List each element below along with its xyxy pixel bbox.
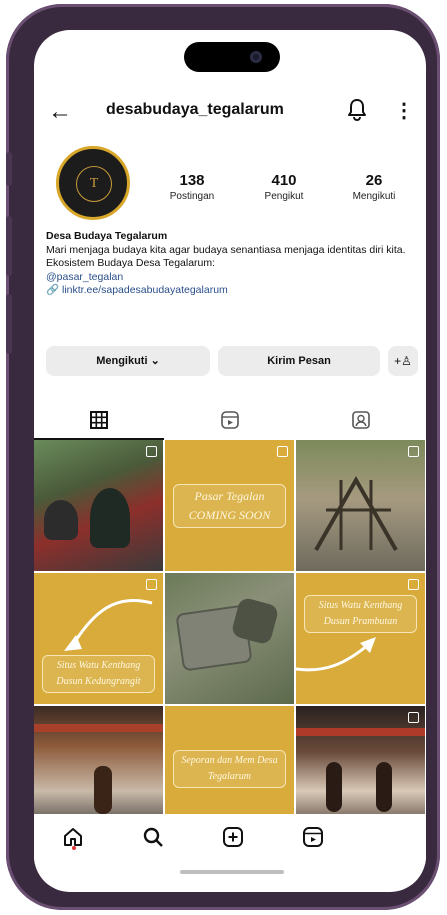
- notification-dot: [72, 846, 76, 850]
- external-link[interactable]: 🔗 linktr.ee/sapadesabudayategalarum: [46, 284, 418, 298]
- profile-tabs: [34, 402, 426, 440]
- bio-line: Ekosistem Budaya Desa Tegalarum:: [46, 257, 216, 269]
- stat-posts[interactable]: 138 Postingan: [152, 172, 232, 202]
- stat-value: 410: [271, 172, 297, 189]
- post-thumbnail[interactable]: [296, 440, 425, 571]
- stat-label: Postingan: [169, 191, 215, 202]
- profile-bio: Desa Budaya Tegalarum Mari menjaga buday…: [46, 230, 418, 298]
- plus-square-icon[interactable]: [222, 826, 244, 848]
- grid-icon: [90, 411, 108, 429]
- stat-value: 138: [179, 172, 205, 189]
- post-thumbnail[interactable]: Pasar Tegalan COMING SOON: [165, 440, 294, 571]
- post-thumbnail[interactable]: [165, 573, 294, 704]
- tagged-icon: [352, 411, 370, 429]
- post-caption: Seporan dan Mem Desa Tegalarum: [173, 750, 286, 788]
- tab-tagged[interactable]: [296, 402, 426, 438]
- reels-icon[interactable]: [302, 826, 324, 848]
- post-thumbnail[interactable]: [34, 440, 163, 571]
- stat-value: 26: [365, 172, 383, 189]
- message-button[interactable]: Kirim Pesan: [218, 346, 380, 376]
- home-icon[interactable]: [62, 826, 84, 848]
- search-icon[interactable]: [142, 826, 164, 848]
- phone-frame: ← desabudaya_tegalarum ⋮ T 138 Postingan…: [6, 4, 440, 910]
- calendar-icon: [277, 446, 288, 457]
- stat-followers[interactable]: 410 Pengikut: [244, 172, 324, 202]
- profile-name: Desa Budaya Tegalarum: [46, 230, 168, 242]
- construction-photo: [314, 475, 398, 551]
- person-shape: [90, 488, 130, 548]
- following-button[interactable]: Mengikuti ⌄: [46, 346, 210, 376]
- multi-post-icon: [146, 446, 157, 457]
- avatar-logo: T: [76, 166, 112, 202]
- post-caption: Pasar Tegalan COMING SOON: [173, 484, 286, 528]
- reels-icon: [221, 411, 239, 429]
- stat-label: Pengikut: [264, 191, 304, 202]
- more-vertical-icon[interactable]: ⋮: [394, 98, 414, 123]
- home-indicator: [180, 870, 284, 874]
- side-button: [6, 216, 12, 276]
- dynamic-island: [184, 42, 280, 72]
- bell-icon[interactable]: [346, 97, 368, 123]
- tab-grid[interactable]: [34, 402, 164, 440]
- bottom-nav: [34, 814, 426, 864]
- post-thumbnail[interactable]: Situs Watu Kenthang Dusun Kedungrangit: [34, 573, 163, 704]
- puppet-shape: [326, 762, 342, 812]
- multi-post-icon: [146, 579, 157, 590]
- puppet-shape: [94, 766, 112, 814]
- avatar[interactable]: T: [56, 146, 130, 220]
- person-shape: [44, 500, 78, 540]
- add-person-icon[interactable]: +♙: [388, 346, 418, 376]
- arrow-left-icon[interactable]: ←: [48, 98, 72, 126]
- link-url: linktr.ee/sapadesabudayategalarum: [62, 284, 228, 296]
- post-caption: Situs Watu Kenthang Dusun Kedungrangit: [42, 655, 155, 693]
- bio-line: Mari menjaga budaya kita agar budaya sen…: [46, 243, 406, 256]
- tab-reels[interactable]: [165, 402, 295, 438]
- link-icon: 🔗: [46, 284, 62, 296]
- arrow-icon: [296, 637, 376, 672]
- mention-link[interactable]: @pasar_tegalan: [46, 271, 418, 285]
- post-thumbnail[interactable]: Situs Watu Kenthang Dusun Prambutan: [296, 573, 425, 704]
- stat-label: Mengikuti: [352, 191, 396, 202]
- screen: ← desabudaya_tegalarum ⋮ T 138 Postingan…: [34, 30, 426, 892]
- decor-band: [34, 724, 163, 732]
- camera-icon: [250, 51, 262, 63]
- multi-post-icon: [408, 446, 419, 457]
- side-button: [6, 152, 12, 186]
- side-button: [6, 294, 12, 354]
- multi-post-icon: [408, 712, 419, 723]
- stat-following[interactable]: 26 Mengikuti: [334, 172, 414, 202]
- puppet-shape: [376, 762, 392, 812]
- decor-band: [296, 728, 425, 736]
- multi-post-icon: [408, 579, 419, 590]
- top-bar: ← desabudaya_tegalarum ⋮: [34, 94, 426, 130]
- profile-username: desabudaya_tegalarum: [106, 101, 284, 118]
